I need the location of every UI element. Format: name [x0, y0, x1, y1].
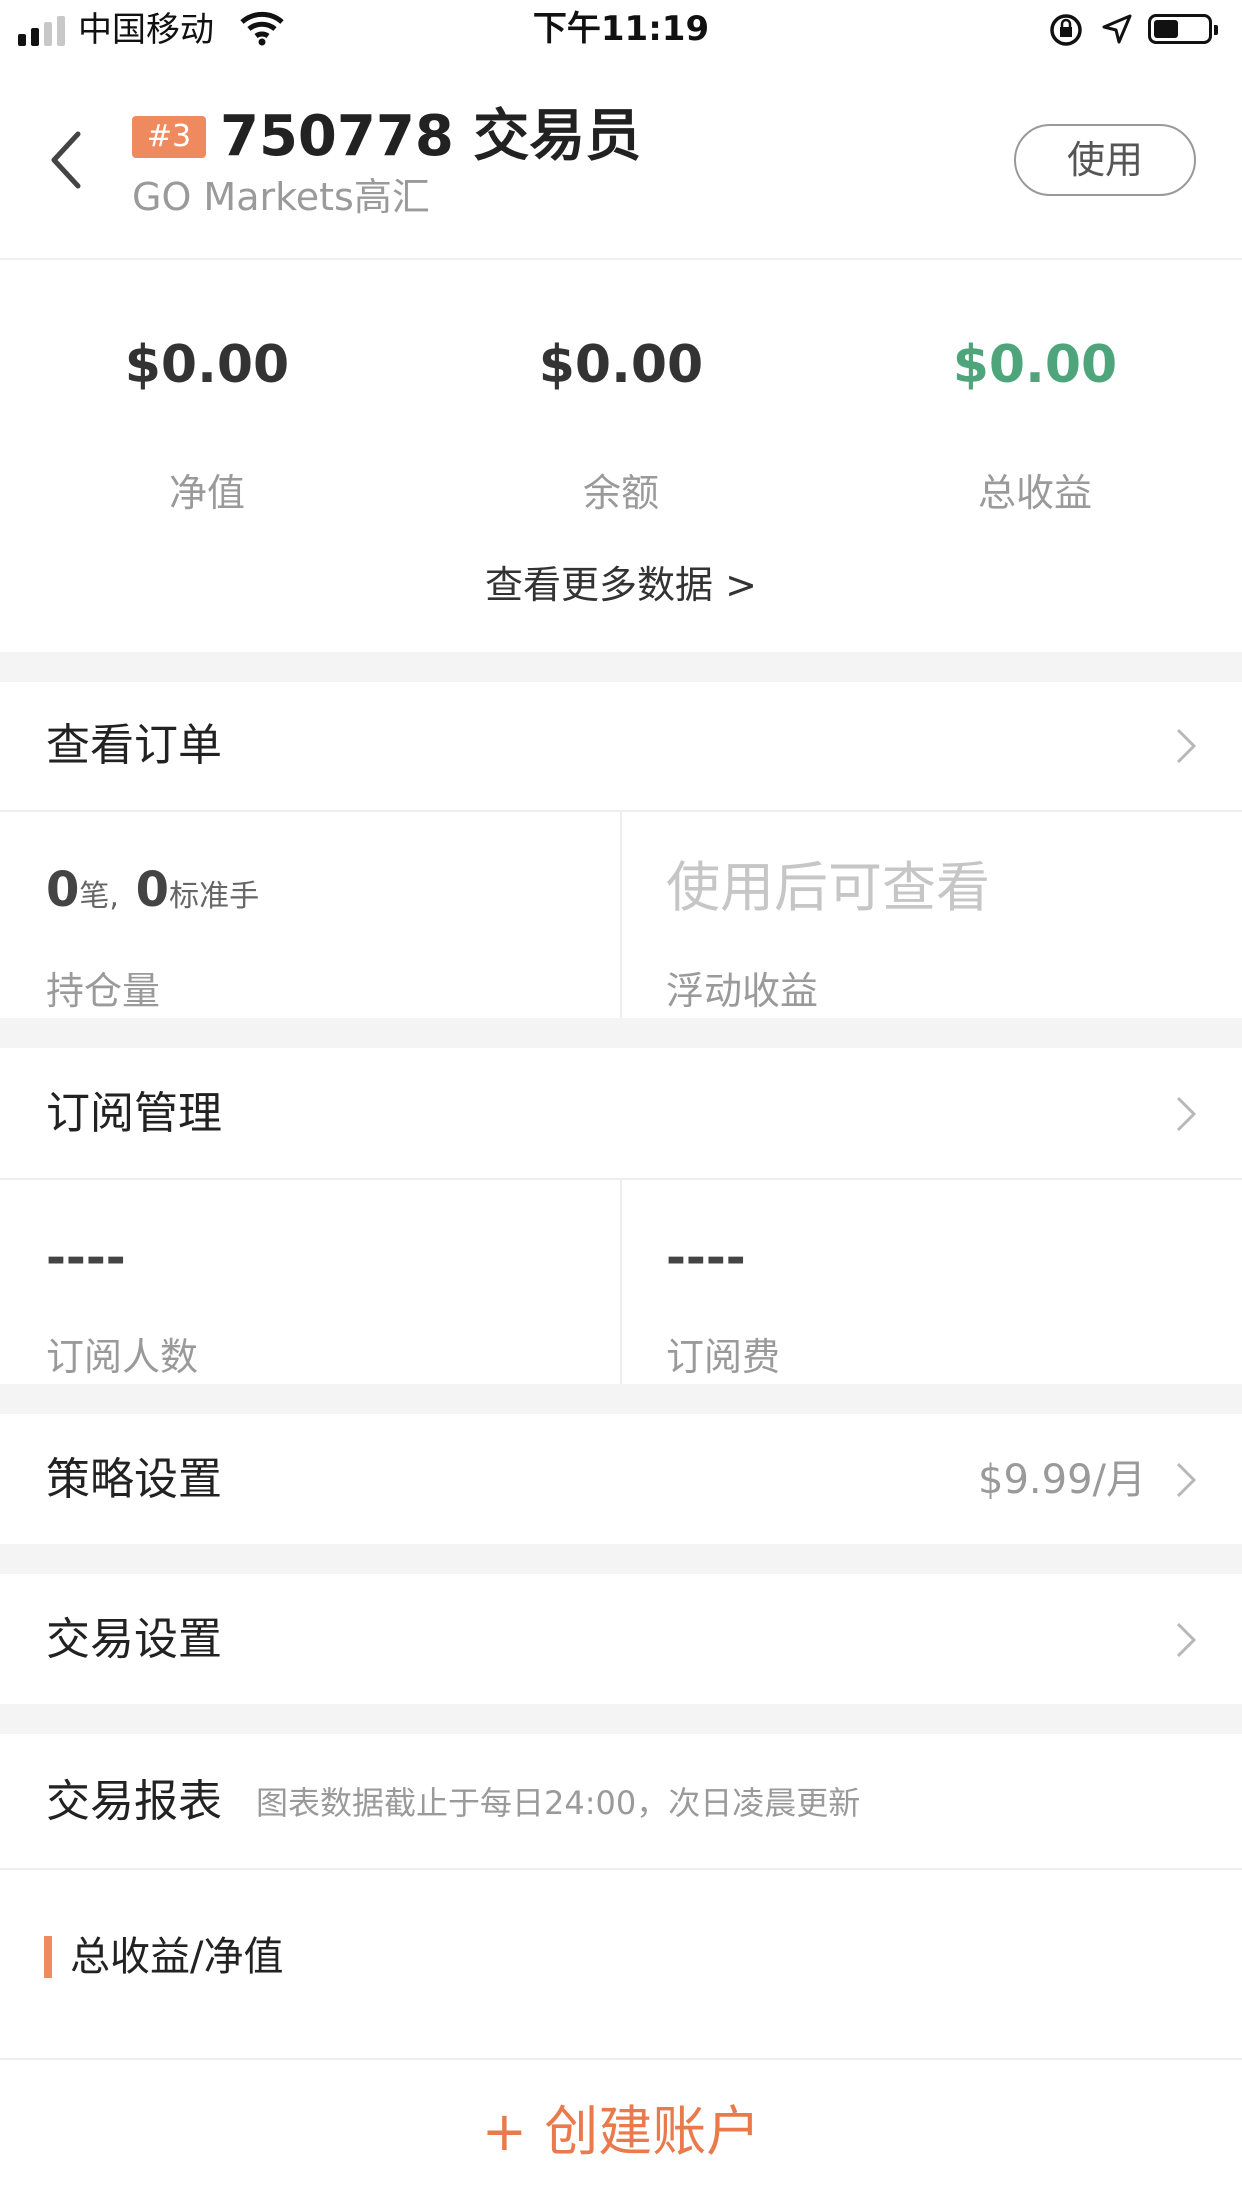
balance-label: 余额: [582, 471, 659, 515]
positions-label: 持仓量: [46, 969, 161, 1013]
net-value-label: 净值: [168, 471, 245, 515]
chevron-right-icon: [1176, 1096, 1197, 1132]
trade-settings-title: 交易设置: [46, 1614, 222, 1665]
subscription-fee-value: ----: [666, 1230, 746, 1286]
positions-unit: 笔,: [79, 879, 119, 914]
section-gap: [0, 652, 1242, 682]
section-accent-bar: [44, 1936, 52, 1978]
floating-profit-label: 浮动收益: [666, 969, 819, 1013]
column-divider: [620, 1180, 622, 1384]
balance-amount: $0.00: [538, 335, 704, 395]
trade-settings-row[interactable]: 交易设置: [0, 1574, 1242, 1704]
report-title: 交易报表: [46, 1776, 222, 1827]
back-icon[interactable]: [44, 128, 92, 192]
section-gap: [0, 1018, 1242, 1048]
positions-lots: 0: [135, 862, 170, 918]
location-icon: [1102, 14, 1132, 44]
create-account-button[interactable]: + 创建账户: [0, 2090, 1242, 2174]
chevron-right-icon: [1176, 1462, 1197, 1498]
divider: [0, 2058, 1242, 2060]
rotation-lock-icon: [1050, 14, 1082, 46]
chevron-right-icon: [1176, 1622, 1197, 1658]
use-button[interactable]: 使用: [1014, 124, 1196, 196]
subscription-row[interactable]: 订阅管理: [0, 1048, 1242, 1178]
total-profit-amount: $0.00: [952, 335, 1118, 395]
strategy-title: 策略设置: [46, 1454, 222, 1505]
positions-count: 0: [46, 862, 80, 918]
positions-value: 0笔, 0标准手: [46, 858, 259, 929]
broker-name: GO Markets高汇: [132, 175, 430, 219]
chevron-right-icon: [1176, 728, 1197, 764]
total-profit-label: 总收益: [977, 471, 1092, 515]
subscription-fee-label: 订阅费: [666, 1335, 781, 1379]
section-gap: [0, 1384, 1242, 1414]
strategy-price: $9.99/月: [978, 1457, 1146, 1503]
floating-profit-value: 使用后可查看: [666, 856, 990, 919]
section-gap: [0, 1544, 1242, 1574]
strategy-settings-row[interactable]: 策略设置 $9.99/月: [0, 1414, 1242, 1544]
report-note: 图表数据截止于每日24:00，次日凌晨更新: [256, 1784, 861, 1822]
orders-row[interactable]: 查看订单: [0, 682, 1242, 810]
profit-net-value-section-label: 总收益/净值: [70, 1934, 284, 1980]
subscription-title: 订阅管理: [46, 1088, 222, 1139]
subscribers-value: ----: [46, 1230, 126, 1286]
divider: [0, 1868, 1242, 1870]
net-value-amount: $0.00: [124, 335, 290, 395]
status-bar: 中国移动 下午11:19: [0, 0, 1242, 60]
section-gap: [0, 1704, 1242, 1734]
lots-unit: 标准手: [169, 879, 260, 914]
subscribers-label: 订阅人数: [46, 1335, 199, 1379]
header-divider: [0, 258, 1242, 260]
more-data-link[interactable]: 查看更多数据 >: [0, 558, 1242, 612]
column-divider: [620, 812, 622, 1018]
orders-title: 查看订单: [46, 720, 222, 771]
account-title: 750778 交易员: [220, 104, 642, 169]
battery-icon: [1148, 14, 1218, 44]
account-rank-badge: #3: [132, 116, 206, 158]
